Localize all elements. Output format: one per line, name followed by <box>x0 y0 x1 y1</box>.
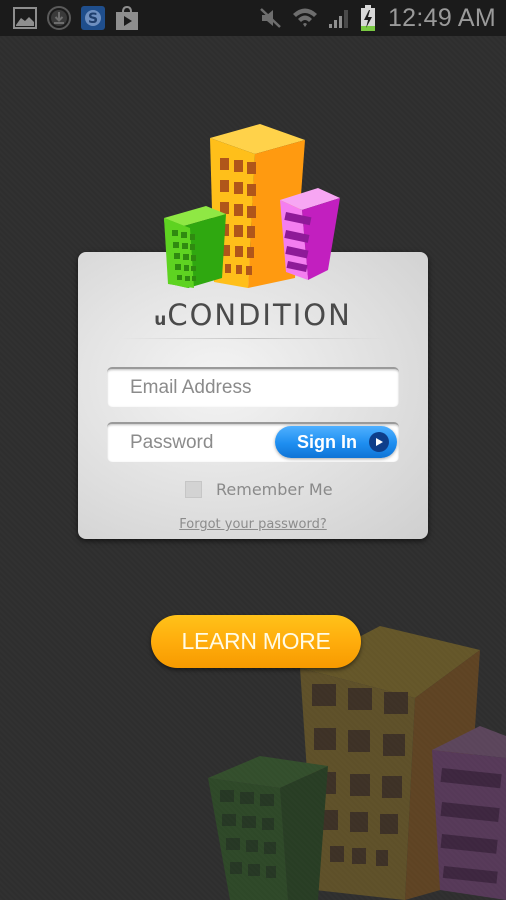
status-bar: S 12:49 AM <box>0 0 506 36</box>
sign-in-button[interactable]: Sign In <box>275 426 397 458</box>
brand-name: CONDITION <box>167 298 352 332</box>
clock: 12:49 AM <box>387 3 496 32</box>
download-icon <box>46 5 72 31</box>
bg-pink-building-icon <box>432 726 506 900</box>
brand-prefix: u <box>154 310 167 330</box>
svg-text:S: S <box>88 11 98 27</box>
mute-icon <box>258 5 284 31</box>
bg-green-building-icon <box>208 756 328 900</box>
pink-building-icon <box>280 188 340 280</box>
arrow-right-icon <box>369 432 389 452</box>
notification-icons: S <box>12 5 140 31</box>
green-building-icon <box>164 206 226 288</box>
password-field[interactable]: Sign In <box>107 422 399 462</box>
login-card: uCONDITION Sign In Remember Me Forgot yo… <box>78 252 428 539</box>
sign-in-label: Sign In <box>297 431 357 452</box>
skype-icon: S <box>80 5 106 31</box>
system-icons: 12:49 AM <box>258 4 496 33</box>
divider <box>118 338 388 339</box>
learn-more-button[interactable]: LEARN MORE <box>151 615 361 668</box>
play-store-icon <box>114 5 140 31</box>
wifi-icon <box>292 5 318 31</box>
remember-me-checkbox[interactable] <box>185 481 202 498</box>
forgot-password-link[interactable]: Forgot your password? <box>78 517 428 532</box>
signal-icon <box>326 5 352 31</box>
email-input[interactable] <box>107 369 399 407</box>
battery-charging-icon <box>360 5 376 31</box>
email-field[interactable] <box>107 367 399 407</box>
buildings-logo <box>164 124 340 288</box>
password-input[interactable] <box>107 424 272 462</box>
gallery-icon <box>12 5 38 31</box>
remember-me-label: Remember Me <box>216 480 333 499</box>
app-title: uCONDITION <box>78 298 428 332</box>
remember-me[interactable]: Remember Me <box>185 480 333 499</box>
